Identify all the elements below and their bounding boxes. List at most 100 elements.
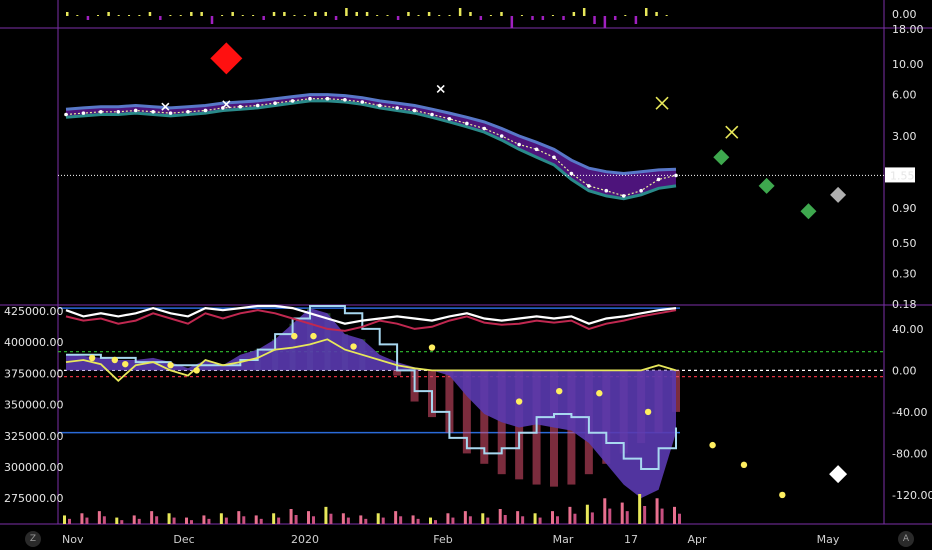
volume-bar [346, 517, 350, 524]
volume-bar [172, 517, 176, 524]
strip-bar [128, 15, 131, 16]
price-candle [238, 104, 243, 109]
strip-bar [159, 16, 162, 20]
strip-bar [479, 16, 483, 20]
volume-bar [660, 508, 664, 524]
time-axis-tick: May [817, 533, 840, 546]
volume-bar [538, 517, 542, 524]
volume-bar [115, 517, 119, 524]
volume-bar [411, 515, 415, 524]
volume-bar [185, 517, 188, 524]
volume-bar [481, 513, 485, 524]
volume-bar [219, 513, 223, 524]
volume-bar [434, 520, 437, 524]
signal-dot [193, 367, 200, 374]
strip-bar [190, 12, 193, 16]
volume-bar [155, 516, 159, 524]
volume-bar [521, 516, 525, 524]
price-candle [465, 121, 469, 126]
strip-bar [500, 12, 503, 16]
strip-bar [283, 12, 286, 16]
axes: 0.00 18.00 10.00 6.00 3.00 1.55 0.90 0.50 0.30 0.… [4, 8, 932, 546]
volume-bar [207, 518, 211, 524]
top-axis-tick: 0.00 [892, 8, 917, 21]
price-axis-tick: 0.30 [892, 267, 917, 280]
signal-dot [740, 461, 748, 469]
strip-bar [613, 16, 617, 20]
strip-bar [396, 16, 400, 20]
price-candle [81, 111, 86, 115]
volume-bar [451, 517, 455, 524]
price-candle [587, 184, 591, 188]
price-candle [186, 109, 190, 114]
volume-bar [486, 517, 490, 524]
oscillator-pane[interactable] [58, 304, 884, 524]
oscillator-axis-tick: -120.00 [892, 489, 932, 502]
volume-bar [294, 515, 298, 524]
volume-bar [190, 520, 193, 524]
volume-axis-tick: 300000.00 [4, 461, 64, 474]
volume-bar [516, 511, 520, 524]
price-candle [621, 194, 626, 198]
price-pane[interactable] [58, 42, 884, 220]
volume-bar [237, 511, 241, 524]
diamond-signal-marker [758, 177, 775, 194]
volume-bar [590, 512, 594, 524]
strip-bar [427, 12, 431, 16]
volume-bar [364, 518, 368, 524]
volume-bar [468, 516, 472, 524]
chart-canvas[interactable]: 0.00 18.00 10.00 6.00 3.00 1.55 0.90 0.50 0.30 0.… [0, 0, 932, 550]
strip-bar [603, 16, 607, 28]
white-diamond-marker [829, 465, 848, 484]
strip-bar [582, 8, 586, 16]
time-axis-tick: Feb [433, 533, 452, 546]
volume-bar [242, 516, 246, 524]
signal-dot [644, 408, 652, 416]
price-candle [343, 98, 347, 102]
time-axis-tick: 2020 [291, 533, 319, 546]
price-candle [151, 109, 155, 114]
strip-bar [117, 15, 120, 16]
price-candle [168, 111, 173, 115]
strip-bar [593, 16, 596, 24]
price-candle [430, 112, 434, 117]
volume-bar [137, 518, 141, 524]
strip-bar [438, 15, 441, 16]
signal-dot [111, 356, 119, 364]
strip-bar [252, 15, 255, 16]
strip-bar [66, 12, 69, 16]
auto-scale-button[interactable]: A [898, 531, 914, 547]
volume-bar [556, 516, 559, 524]
strip-bar [314, 12, 317, 16]
price-candle [377, 103, 382, 108]
diamond-signal-marker [713, 149, 730, 166]
price-candle [604, 188, 609, 193]
price-axis-tick: 18.00 [892, 23, 924, 36]
volume-bar [329, 513, 333, 524]
volume-bar [399, 516, 403, 524]
x-signal-marker [655, 96, 669, 110]
last-price-label: 1.55 [890, 169, 915, 182]
volume-bar [498, 509, 502, 524]
strip-bar [365, 12, 369, 16]
volume-bar [573, 513, 577, 524]
volume-bar [80, 513, 84, 524]
volume-bar [533, 513, 537, 524]
price-ribbon-fill [66, 94, 676, 199]
strip-bar [417, 15, 420, 16]
price-candle [99, 109, 103, 114]
signal-dot [709, 441, 716, 449]
strip-bar [272, 12, 276, 16]
strip-bar [148, 12, 152, 16]
x-signal-marker [725, 125, 739, 139]
price-candle [552, 155, 556, 160]
timezone-toggle-button[interactable]: Z [25, 531, 41, 547]
price-candle [255, 103, 260, 108]
strip-bar [169, 15, 172, 16]
price-candle [499, 134, 504, 138]
volume-axis-tick: 325000.00 [4, 430, 64, 443]
oscillator-axis-tick: -40.00 [892, 406, 927, 419]
strip-bar [510, 16, 514, 28]
price-candle [116, 109, 121, 114]
price-candle [273, 101, 277, 105]
